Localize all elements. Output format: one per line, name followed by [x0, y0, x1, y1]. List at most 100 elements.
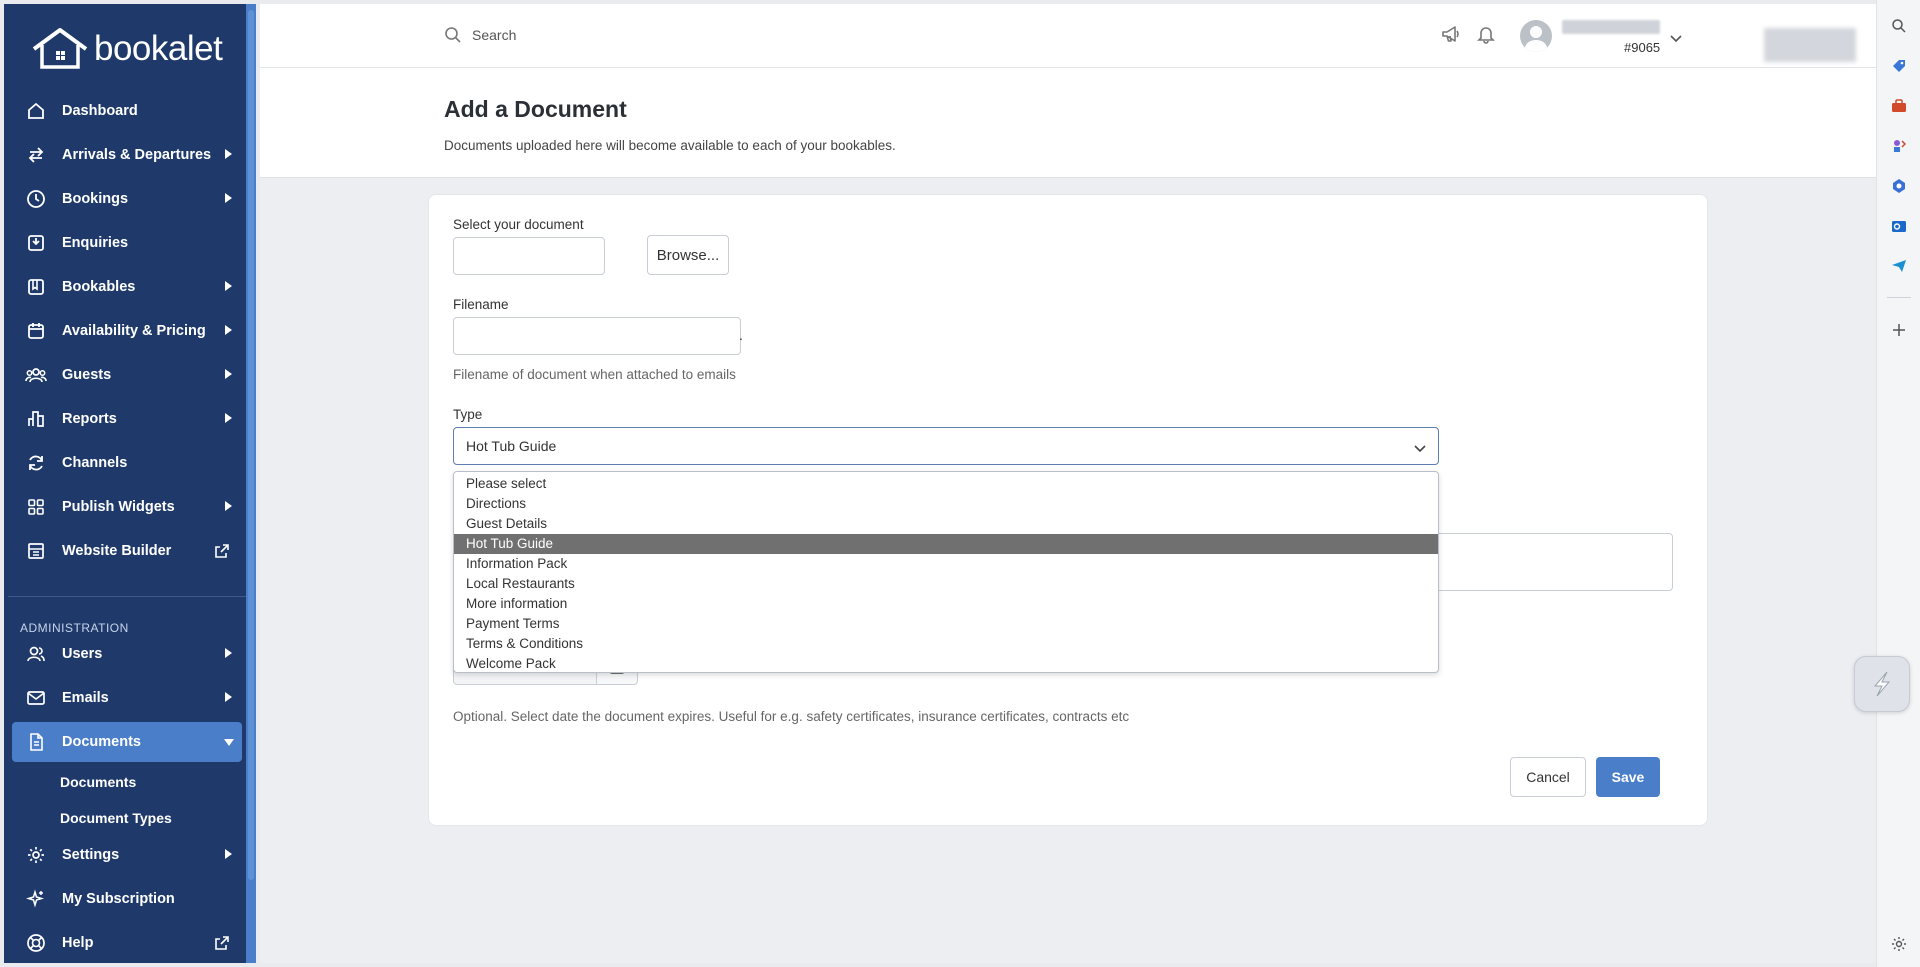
type-select[interactable]: Hot Tub Guide	[453, 427, 1439, 465]
sidebar-item-guests[interactable]: Guests	[12, 355, 242, 395]
sidebar-item-arrivals-departures[interactable]: Arrivals & Departures	[12, 135, 242, 175]
sidebar-item-documents[interactable]: Documents	[12, 722, 242, 762]
user-account-id: #9065	[1624, 40, 1661, 55]
sidebar-item-reports[interactable]: Reports	[12, 399, 242, 439]
floating-assistant-button[interactable]	[1854, 656, 1910, 712]
type-option[interactable]: Payment Terms	[454, 614, 1438, 634]
sidebar-item-label: Channels	[62, 455, 128, 471]
caret-right-icon	[225, 501, 232, 511]
briefcase-icon[interactable]	[1889, 96, 1909, 116]
plus-icon[interactable]	[1889, 320, 1909, 340]
search-icon[interactable]	[1889, 16, 1909, 36]
rail-divider	[1887, 297, 1911, 298]
type-option-selected[interactable]: Hot Tub Guide	[454, 534, 1438, 554]
send-icon[interactable]	[1889, 256, 1909, 276]
building-icon	[24, 539, 48, 563]
sidebar-subitem-documents[interactable]: Documents	[60, 774, 136, 790]
scrollbar-thumb[interactable]	[248, 10, 254, 880]
sidebar-item-users[interactable]: Users	[12, 634, 242, 674]
home-icon	[24, 99, 48, 123]
sidebar-item-label: Website Builder	[62, 543, 172, 559]
sidebar-scrollbar[interactable]	[246, 4, 256, 963]
type-select-value: Hot Tub Guide	[466, 438, 557, 454]
sidebar-item-label: Help	[62, 935, 94, 951]
save-button[interactable]: Save	[1596, 757, 1660, 797]
file-path-field[interactable]	[453, 237, 605, 275]
type-option[interactable]: Information Pack	[454, 554, 1438, 574]
page-title: Add a Document	[444, 96, 627, 122]
bar-chart-icon	[24, 407, 48, 431]
sidebar-item-label: Emails	[62, 690, 109, 706]
page-header: Add a Document Documents uploaded here w…	[260, 68, 1876, 178]
main-content: #9065 Add a Document Documents uploaded …	[260, 4, 1876, 963]
lifebuoy-icon	[24, 931, 48, 955]
calendar-icon	[24, 319, 48, 343]
sidebar-item-label: My Subscription	[62, 891, 175, 907]
book-icon	[24, 275, 48, 299]
sidebar-item-label: Users	[62, 646, 103, 662]
house-logo-icon	[32, 28, 88, 69]
gear-icon[interactable]	[1889, 934, 1909, 954]
search-input[interactable]	[472, 27, 872, 43]
sidebar-item-label: Enquiries	[62, 235, 129, 251]
sidebar-item-label: Arrivals & Departures	[62, 147, 212, 163]
type-option[interactable]: Directions	[454, 494, 1438, 514]
sidebar-item-channels[interactable]: Channels	[12, 443, 242, 483]
filename-input[interactable]	[453, 317, 741, 355]
external-link-icon	[214, 543, 230, 563]
search-bar[interactable]	[444, 26, 872, 44]
top-bar: #9065	[260, 4, 1876, 68]
gear-icon	[24, 843, 48, 867]
grid-icon	[24, 495, 48, 519]
sidebar-item-emails[interactable]: Emails	[12, 678, 242, 718]
sidebar-item-help[interactable]: Help	[12, 923, 242, 963]
user-name-redacted	[1562, 20, 1660, 34]
sidebar-item-dashboard[interactable]: Dashboard	[12, 91, 242, 131]
sidebar-item-bookables[interactable]: Bookables	[12, 267, 242, 307]
cancel-button[interactable]: Cancel	[1510, 757, 1586, 797]
megaphone-icon[interactable]	[1440, 24, 1462, 44]
page-subtitle: Documents uploaded here will become avai…	[444, 138, 896, 153]
extension-dot: .	[739, 327, 743, 343]
copilot-icon[interactable]	[1889, 176, 1909, 196]
sidebar-item-bookings[interactable]: Bookings	[12, 179, 242, 219]
tag-icon[interactable]	[1889, 56, 1909, 76]
logo[interactable]: bookalet	[30, 24, 223, 74]
type-option[interactable]: Please select	[454, 474, 1438, 494]
sidebar-item-label: Availability & Pricing	[62, 323, 206, 339]
top-icons	[1440, 24, 1496, 44]
clock-icon	[24, 187, 48, 211]
swap-arrows-icon	[24, 143, 48, 167]
sidebar-item-availability-pricing[interactable]: Availability & Pricing	[12, 311, 242, 351]
outlook-icon[interactable]	[1889, 216, 1909, 236]
type-option[interactable]: Local Restaurants	[454, 574, 1438, 594]
sidebar-item-label: Bookings	[62, 191, 129, 207]
sidebar-item-settings[interactable]: Settings	[12, 835, 242, 875]
user-menu[interactable]: #9065	[1520, 18, 1682, 58]
sparkle-icon	[24, 887, 48, 911]
chess-icon[interactable]	[1889, 136, 1909, 156]
logo-text: bookalet	[94, 29, 223, 68]
sidebar-divider	[8, 596, 254, 597]
sidebar-subitem-document-types[interactable]: Document Types	[60, 810, 172, 826]
type-option[interactable]: Welcome Pack	[454, 654, 1438, 674]
chevron-down-icon	[1414, 440, 1426, 456]
sidebar-item-label: Reports	[62, 411, 117, 427]
caret-right-icon	[225, 692, 232, 702]
type-option[interactable]: More information	[454, 594, 1438, 614]
browser-side-rail	[1876, 0, 1920, 967]
caret-right-icon	[225, 369, 232, 379]
sidebar-item-label: Settings	[62, 847, 120, 863]
sidebar-item-publish-widgets[interactable]: Publish Widgets	[12, 487, 242, 527]
bell-icon[interactable]	[1476, 24, 1496, 44]
inbox-download-icon	[24, 231, 48, 255]
sidebar-item-label: Documents	[62, 734, 141, 750]
sidebar-item-website-builder[interactable]: Website Builder	[12, 531, 242, 571]
refresh-icon	[24, 451, 48, 475]
sidebar-item-my-subscription[interactable]: My Subscription	[12, 879, 242, 919]
type-option[interactable]: Guest Details	[454, 514, 1438, 534]
type-option[interactable]: Terms & Conditions	[454, 634, 1438, 654]
caret-down-icon	[224, 739, 234, 746]
browse-button[interactable]: Browse...	[647, 235, 729, 275]
sidebar-item-enquiries[interactable]: Enquiries	[12, 223, 242, 263]
